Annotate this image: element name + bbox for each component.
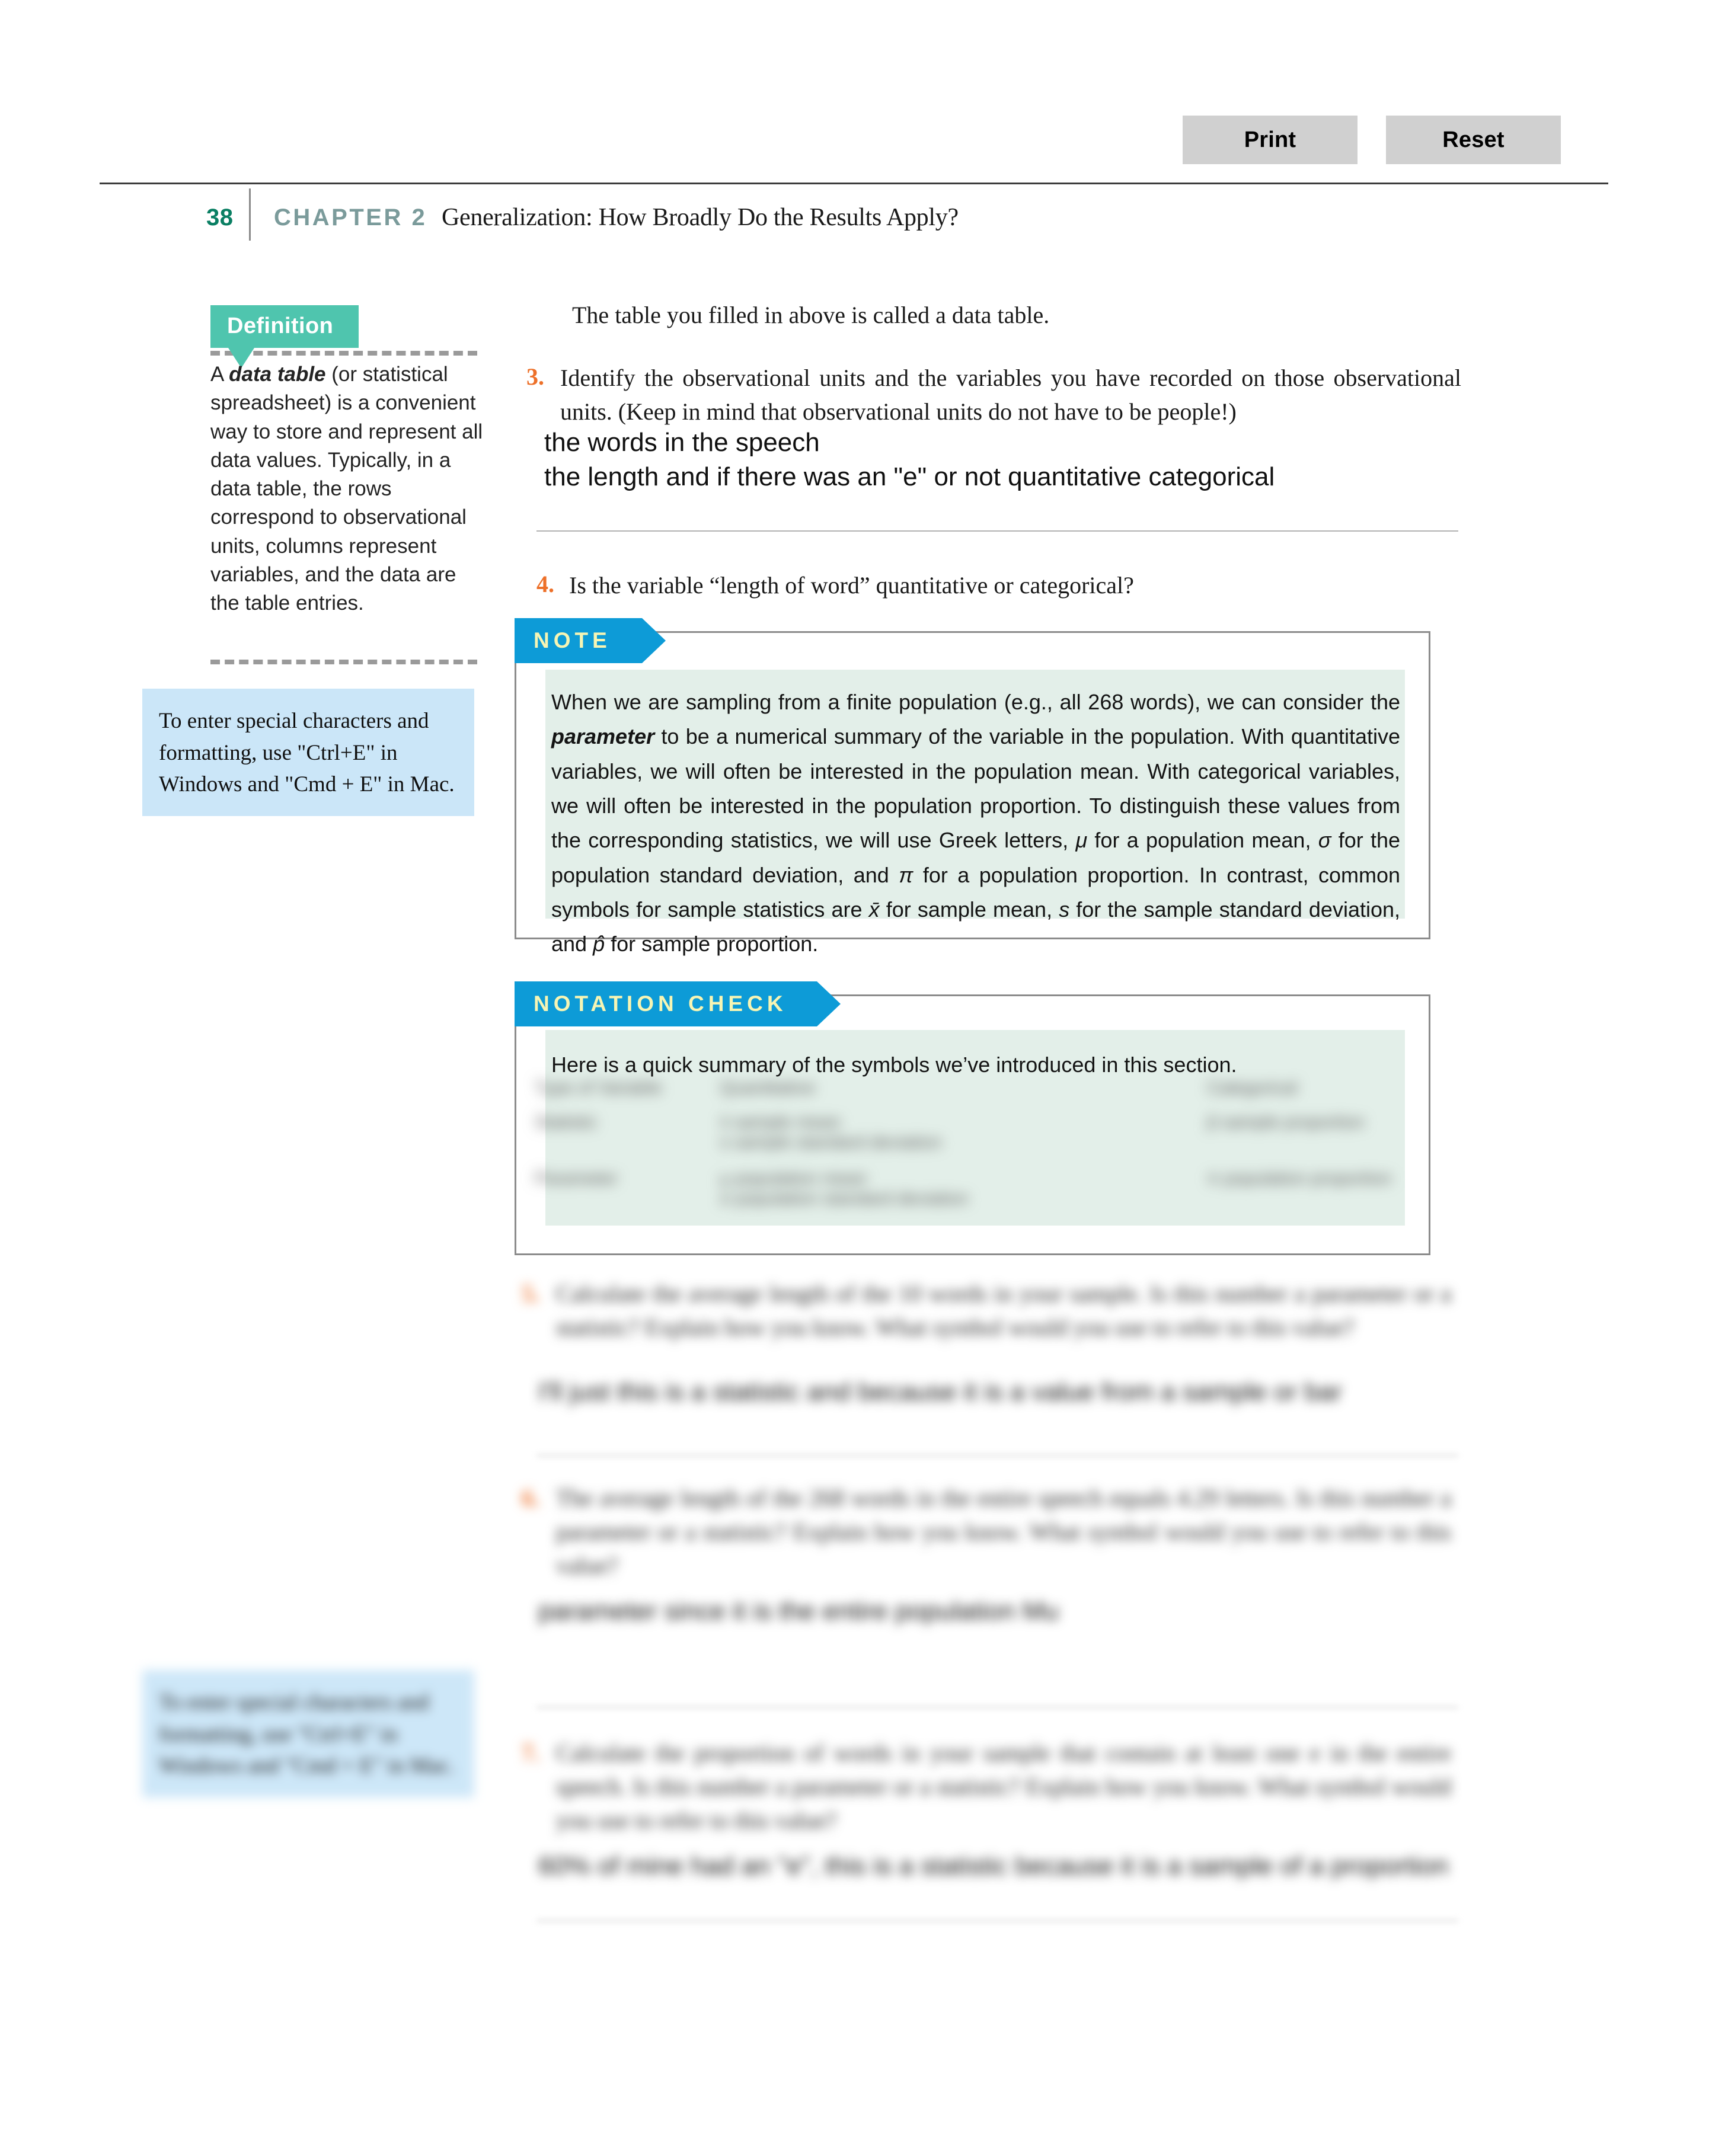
lead-paragraph: The table you filled in above is called … bbox=[572, 302, 1050, 328]
note-part-8: for sample proportion. bbox=[605, 932, 819, 957]
note-part-1: When we are sampling from a finite popul… bbox=[551, 690, 1400, 714]
header-rule bbox=[100, 183, 1608, 184]
note-part-6: for sample mean, bbox=[879, 897, 1059, 922]
symbol-p-hat: p̂ bbox=[593, 932, 605, 957]
page-title: Generalization: How Broadly Do the Resul… bbox=[442, 204, 959, 231]
print-button[interactable]: Print bbox=[1183, 116, 1358, 164]
notation-row-statistic-categorical: p̂ sample proportion bbox=[994, 1107, 1422, 1162]
symbol-pi: π bbox=[899, 862, 914, 887]
chapter-label: CHAPTER 2 bbox=[274, 204, 427, 231]
definition-body: A data table (or statistical spreadsheet… bbox=[210, 360, 483, 618]
notation-header-type: Type of Variable bbox=[535, 1078, 662, 1098]
table-row: Parameter μ population mean σ population… bbox=[535, 1163, 1422, 1218]
definition-tab-label: Definition bbox=[227, 314, 334, 338]
symbol-mu: μ bbox=[1075, 828, 1088, 853]
note-tab-arrow-icon bbox=[642, 618, 666, 663]
question-7-block: 7. Calculate the proportion of words in … bbox=[522, 1736, 1458, 1914]
answer-separator-rule bbox=[536, 1920, 1458, 1921]
question-6-text: The average length of the 268 words in t… bbox=[556, 1485, 1451, 1579]
definition-tab: Definition bbox=[210, 305, 359, 348]
cell-line: μ population mean bbox=[720, 1169, 867, 1189]
special-characters-tip: To enter special characters and formatti… bbox=[142, 689, 474, 816]
question-4-text: Is the variable “length of word” quantit… bbox=[569, 572, 1134, 599]
cell-line: σ population standard deviation bbox=[720, 1189, 969, 1209]
note-emphasis-parameter: parameter bbox=[551, 724, 655, 749]
answer-separator-rule bbox=[536, 1455, 1458, 1456]
symbol-s: s bbox=[1059, 897, 1070, 922]
document-page: Print Reset 38 CHAPTER 2 Generalization:… bbox=[0, 0, 1712, 2156]
answer-separator-rule bbox=[536, 1707, 1458, 1708]
question-3-answer-field[interactable]: the words in the speech the length and i… bbox=[544, 426, 1275, 494]
question-7-answer-field[interactable]: 60% of mine had an "e", this is a statis… bbox=[538, 1849, 1448, 1883]
notation-check-callout-tab: NOTATION CHECK bbox=[515, 981, 841, 1026]
notation-check-tab-arrow-icon bbox=[817, 981, 841, 1026]
answer-separator-rule bbox=[536, 530, 1458, 532]
question-6-answer-field[interactable]: parameter since it is the entire populat… bbox=[538, 1594, 1059, 1629]
notation-row-statistic-quantitative: x̄ sample mean s sample standard deviati… bbox=[679, 1107, 993, 1162]
definition-term: data table bbox=[229, 363, 326, 386]
notation-summary-table: Type of Variable Quantitative Categorica… bbox=[534, 1071, 1423, 1220]
notation-row-parameter-quantitative: μ population mean σ population standard … bbox=[679, 1163, 993, 1218]
question-7-number: 7. bbox=[522, 1739, 539, 1766]
note-callout-tab: NOTE bbox=[515, 618, 666, 663]
question-7-text: Calculate the proportion of words in you… bbox=[556, 1739, 1451, 1834]
symbol-x-bar: x̄ bbox=[868, 897, 880, 922]
definition-bottom-dashed-rule bbox=[210, 660, 477, 664]
definition-body-post: (or statistical spreadsheet) is a conven… bbox=[210, 363, 483, 615]
table-row: Type of Variable Quantitative Categorica… bbox=[535, 1073, 1422, 1106]
question-3-text: Identify the observational units and the… bbox=[560, 364, 1461, 425]
notation-row-parameter-label: Parameter bbox=[535, 1169, 618, 1189]
form-toolbar: Print Reset bbox=[1183, 116, 1561, 164]
page-number: 38 bbox=[206, 204, 234, 231]
question-5-block: 5. Calculate the average length of the 1… bbox=[522, 1277, 1458, 1443]
question-5-answer-field[interactable]: I'll just this is a statistic and becaus… bbox=[538, 1375, 1342, 1409]
question-3-number: 3. bbox=[526, 363, 544, 390]
question-6-block: 6. The average length of the 268 words i… bbox=[522, 1482, 1458, 1659]
cell-line: x̄ sample mean bbox=[720, 1112, 841, 1133]
cell-line: π population proportion bbox=[1207, 1169, 1392, 1189]
question-6-number: 6. bbox=[522, 1485, 539, 1511]
symbol-sigma: σ bbox=[1318, 828, 1331, 853]
cell-line: s sample standard deviation bbox=[720, 1133, 942, 1153]
reset-button[interactable]: Reset bbox=[1386, 116, 1561, 164]
question-3-answer-line-2: the length and if there was an "e" or no… bbox=[544, 462, 1275, 492]
question-3-answer-line-1: the words in the speech bbox=[544, 428, 820, 457]
notation-header-categorical: Categorical bbox=[1207, 1078, 1298, 1098]
table-row: Statistic x̄ sample mean s sample standa… bbox=[535, 1107, 1422, 1162]
note-part-3: for a population mean, bbox=[1087, 828, 1318, 853]
definition-body-pre: A bbox=[210, 363, 229, 386]
notation-row-statistic-label: Statistic bbox=[535, 1112, 598, 1133]
special-characters-tip-blurred: To enter special characters and formatti… bbox=[142, 1670, 474, 1797]
note-callout-body: When we are sampling from a finite popul… bbox=[545, 670, 1405, 956]
header-divider bbox=[249, 188, 251, 241]
note-callout-tab-label: NOTE bbox=[534, 628, 611, 652]
question-4-number: 4. bbox=[536, 571, 554, 597]
notation-check-tab-label: NOTATION CHECK bbox=[534, 991, 787, 1016]
notation-row-parameter-categorical: π population proportion bbox=[994, 1163, 1422, 1218]
question-5-text: Calculate the average length of the 10 w… bbox=[556, 1280, 1451, 1341]
cell-line: p̂ sample proportion bbox=[1207, 1112, 1365, 1133]
notation-header-quantitative: Quantitative bbox=[720, 1078, 815, 1098]
question-5-number: 5. bbox=[522, 1280, 539, 1307]
